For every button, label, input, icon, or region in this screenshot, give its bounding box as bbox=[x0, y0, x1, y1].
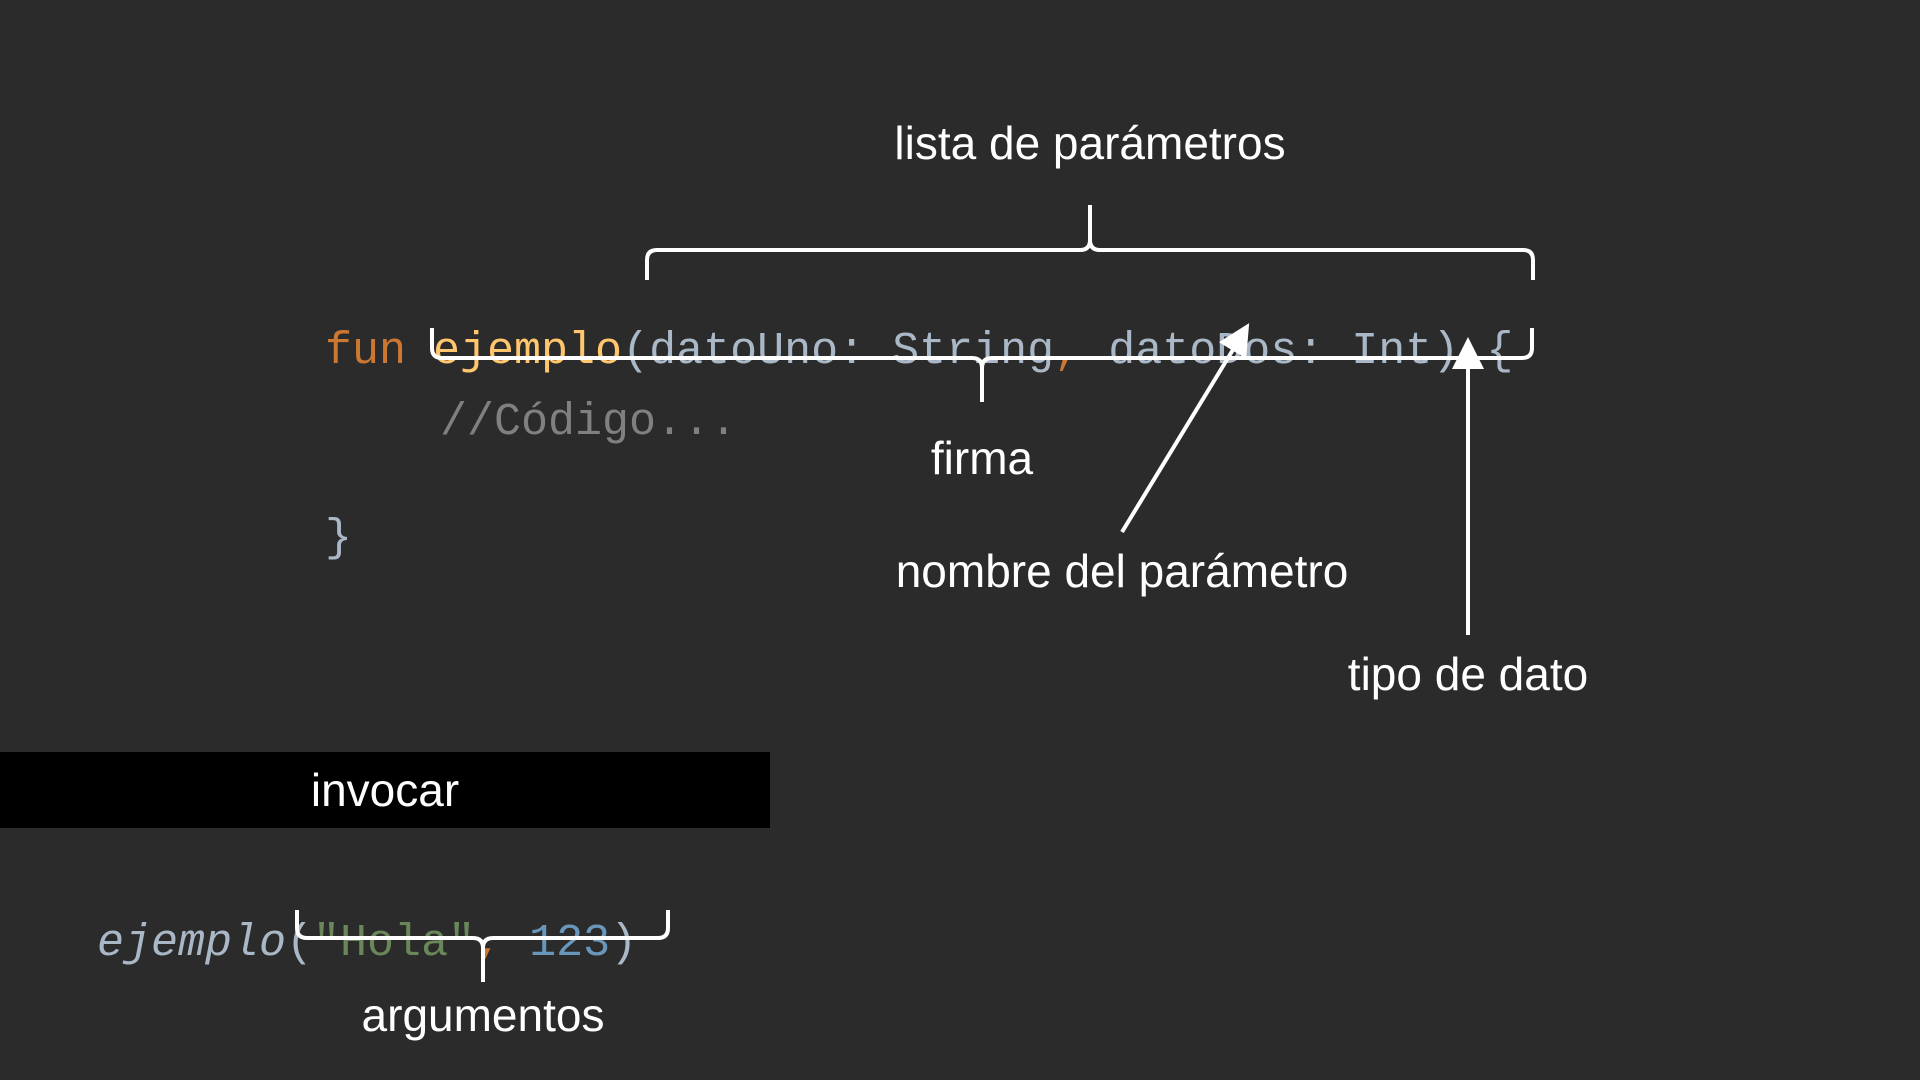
arguments-brace bbox=[295, 910, 670, 982]
annotation-overlay bbox=[295, 205, 1535, 982]
signature-brace bbox=[430, 328, 1534, 402]
parameter-list-brace bbox=[645, 205, 1535, 280]
parameter-name-arrow bbox=[1120, 323, 1250, 534]
